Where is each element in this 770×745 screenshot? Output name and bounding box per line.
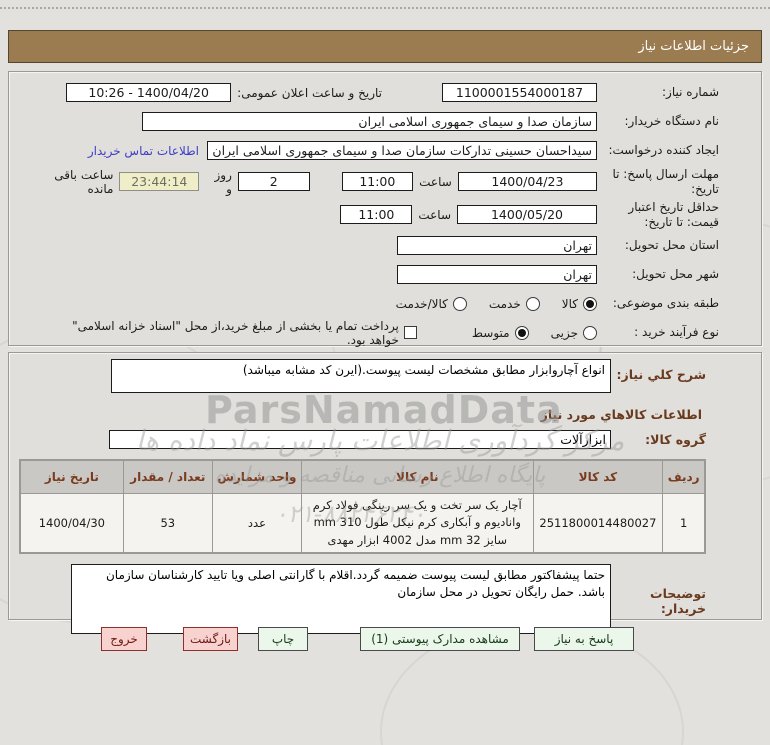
goods-table: ردیف کد کالا نام کالا واحد شمارش تعداد /…	[19, 459, 706, 554]
announce-label: تاریخ و ساعت اعلان عمومی:	[237, 85, 382, 100]
goods-table-wrap: ردیف کد کالا نام کالا واحد شمارش تعداد /…	[19, 459, 706, 554]
row-creator: ایجاد کننده درخواست: سیداحسان حسینی تدار…	[19, 136, 719, 165]
buyer-org-field[interactable]: سازمان صدا و سیمای جمهوری اسلامی ایران	[142, 112, 597, 131]
page-title-text: جزئیات اطلاعات نیاز	[638, 39, 749, 54]
view-attachments-button[interactable]: مشاهده مدارک پیوستی (1)	[360, 627, 520, 651]
radio-partial-label: جزیی	[550, 325, 578, 340]
goods-group-label: گروه کالا:	[645, 432, 706, 447]
buyer-notes-field[interactable]: حتما پیشفاکتور مطابق لیست پیوست ضمیمه گر…	[71, 563, 611, 634]
buyer-org-label: نام دستگاه خریدار:	[624, 114, 720, 128]
radio-goods-service-label: کالا/خدمت	[395, 296, 448, 311]
remaining-days-field: 2	[237, 172, 310, 191]
need-number-label: شماره نیاز:	[662, 85, 719, 99]
back-button[interactable]: بازگشت	[183, 627, 238, 651]
row-province: استان محل تحویل: تهران	[19, 231, 719, 260]
row-process-type: نوع فرآیند خرید : جزیی متوسط پرداخت تمام…	[19, 318, 719, 347]
row-buyer-org: نام دستگاه خریدار: سازمان صدا و سیمای جم…	[19, 107, 719, 136]
reply-deadline-time-field[interactable]: 11:00	[341, 172, 414, 191]
col-unit: واحد شمارش	[212, 461, 301, 493]
buyer-notes-label: توضیحات خریدار:	[650, 585, 706, 616]
price-validity-time-field[interactable]: 11:00	[340, 205, 413, 224]
cell-date: 1400/04/30	[21, 494, 123, 552]
city-label: شهر محل تحویل:	[632, 267, 719, 281]
province-label: استان محل تحویل:	[624, 238, 719, 252]
row-reply-deadline: مهلت ارسال پاسخ: تا تاریخ: 1400/04/23 سا…	[19, 165, 719, 198]
goods-info-panel: شرح کلي نیاز: انواع آچاروابزار مطابق مشخ…	[8, 352, 762, 634]
col-name: نام کالا	[301, 461, 533, 493]
reply-deadline-date-field[interactable]: 1400/04/23	[457, 172, 597, 191]
radio-partial[interactable]	[583, 325, 597, 340]
col-code: کد کالا	[533, 461, 663, 493]
classification-label: طبقه بندی موضوعی:	[612, 296, 719, 310]
countdown-timer: 23:44:14	[119, 172, 200, 191]
price-validity-hour-label: ساعت	[418, 207, 451, 222]
creator-label: ایجاد کننده درخواست:	[608, 143, 719, 157]
radio-service[interactable]	[525, 296, 540, 311]
col-row: ردیف	[663, 461, 704, 493]
exit-button[interactable]: خروج	[101, 627, 147, 651]
need-details-window: 0101 1001 10 جزئیات اطلاعات نیاز شماره ن…	[0, 0, 770, 745]
cell-code: 2511800014480027	[533, 494, 663, 552]
row-need-desc: شرح کلي نیاز: انواع آچاروابزار مطابق مشخ…	[19, 359, 706, 393]
table-row: 1 2511800014480027 آچار یک سر تخت و یک س…	[21, 494, 704, 552]
radio-goods-label: کالا	[561, 296, 578, 311]
page-title: جزئیات اطلاعات نیاز	[8, 30, 762, 63]
col-date: تاریخ نیاز	[21, 461, 123, 493]
countdown-label: ساعت باقی مانده	[54, 167, 114, 196]
cell-row: 1	[663, 494, 704, 552]
radio-goods[interactable]	[583, 296, 597, 311]
city-field[interactable]: تهران	[397, 265, 597, 284]
need-info-panel: شماره نیاز: 1100001554000187 تاریخ و ساع…	[8, 71, 762, 347]
remaining-days-label: روز و	[214, 167, 232, 196]
radio-medium[interactable]	[514, 325, 529, 340]
announce-field[interactable]: 1400/04/20 - 10:26	[66, 83, 232, 102]
cell-unit: عدد	[212, 494, 301, 552]
province-field[interactable]: تهران	[397, 236, 597, 255]
row-goods-group: گروه کالا: ابزارآلات	[19, 430, 706, 449]
row-city: شهر محل تحویل: تهران	[19, 260, 719, 289]
radio-service-label: خدمت	[488, 296, 521, 311]
need-number-field[interactable]: 1100001554000187	[442, 83, 597, 102]
radio-medium-label: متوسط	[471, 325, 510, 340]
reply-deadline-hour-label: ساعت	[419, 174, 452, 189]
print-button[interactable]: چاپ	[258, 627, 308, 651]
row-classification: طبقه بندی موضوعی: کالا خدمت کالا/خدمت	[19, 289, 719, 318]
reply-deadline-label: مهلت ارسال پاسخ: تا تاریخ:	[612, 166, 719, 196]
cell-name: آچار یک سر تخت و یک سر رینگی فولاد کرم و…	[301, 494, 533, 552]
cell-qty: 53	[123, 494, 212, 552]
action-buttons: پاسخ به نیاز مشاهده مدارک پیوستی (1) چاپ…	[101, 627, 634, 651]
row-buyer-notes: توضیحات خریدار: حتما پیشفاکتور مطابق لیس…	[19, 563, 706, 634]
goods-table-header-row: ردیف کد کالا نام کالا واحد شمارش تعداد /…	[21, 461, 704, 493]
goods-section-header: اطلاعات کالاهاي مورد نیاز	[540, 407, 702, 422]
process-type-label: نوع فرآیند خرید :	[634, 325, 719, 339]
reply-button[interactable]: پاسخ به نیاز	[534, 627, 634, 651]
buyer-contact-link[interactable]: اطلاعات تماس خریدار	[88, 144, 199, 158]
col-qty: تعداد / مقدار	[123, 461, 212, 493]
price-validity-label: حداقل تاریخ اعتبار قیمت: تا تاریخ:	[628, 199, 719, 229]
goods-group-field[interactable]: ابزارآلات	[109, 430, 611, 449]
row-price-validity: حداقل تاریخ اعتبار قیمت: تا تاریخ: 1400/…	[19, 198, 719, 231]
creator-field[interactable]: سیداحسان حسینی تدارکات سازمان صدا و سیما…	[207, 141, 597, 160]
radio-goods-service[interactable]	[452, 296, 467, 311]
need-desc-label: شرح کلي نیاز:	[616, 367, 706, 382]
top-divider	[0, 7, 770, 9]
treasury-docs-checkbox-label: پرداخت تمام یا بخشی از مبلغ خرید،از محل …	[72, 318, 399, 347]
need-desc-field[interactable]: انواع آچاروابزار مطابق مشخصات لیست پیوست…	[111, 359, 611, 393]
price-validity-date-field[interactable]: 1400/05/20	[457, 205, 597, 224]
row-need-number: شماره نیاز: 1100001554000187 تاریخ و ساع…	[19, 78, 719, 107]
treasury-docs-checkbox[interactable]	[403, 326, 417, 339]
